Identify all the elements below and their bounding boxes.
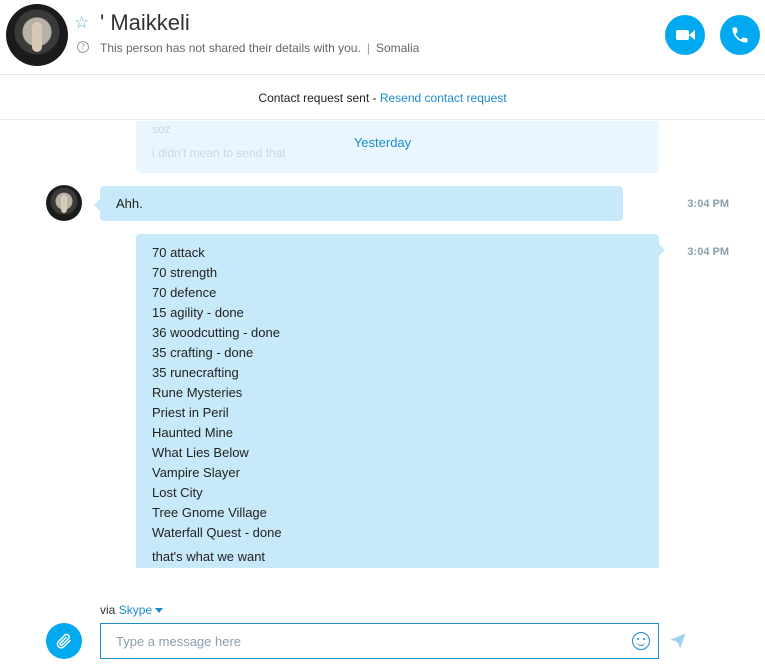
message-timestamp: 3:04 PM xyxy=(687,246,729,258)
contact-name[interactable]: ' Maikkeli xyxy=(100,10,190,36)
message-line: Vampire Slayer xyxy=(152,465,240,480)
paper-plane-icon xyxy=(670,633,686,649)
message-line: Rune Mysteries xyxy=(152,385,243,400)
message-line: Tree Gnome Village xyxy=(152,505,267,520)
conversation-header: ☆ ' Maikkeli ? This person has not share… xyxy=(0,0,765,75)
video-call-button[interactable] xyxy=(665,15,705,55)
message-input[interactable] xyxy=(100,623,659,659)
outgoing-message-bubble[interactable]: 70 attack 70 strength 70 defence 15 agil… xyxy=(136,234,665,568)
message-line: 36 woodcutting - done xyxy=(152,325,280,340)
faded-message-line: soz xyxy=(152,122,171,136)
smiley-icon[interactable] xyxy=(632,632,650,650)
message-line: Lost City xyxy=(152,485,203,500)
sender-avatar[interactable] xyxy=(46,185,82,221)
message-line: 35 crafting - done xyxy=(152,345,254,360)
message-line: 70 defence xyxy=(152,285,217,300)
contact-request-text: Contact request sent - xyxy=(258,91,380,105)
message-line: 70 strength xyxy=(152,265,218,280)
star-icon[interactable]: ☆ xyxy=(74,14,92,32)
message-line: 70 attack xyxy=(152,245,205,260)
contact-avatar[interactable] xyxy=(6,4,68,66)
via-label: via xyxy=(100,603,116,617)
message-line: What Lies Below xyxy=(152,445,249,460)
contact-request-bar: Contact request sent - Resend contact re… xyxy=(0,76,765,120)
date-separator: Yesterday xyxy=(353,135,412,150)
chat-window: ☆ ' Maikkeli ? This person has not share… xyxy=(0,0,765,671)
message-line: 35 runecrafting xyxy=(152,365,239,380)
contact-status-text: This person has not shared their details… xyxy=(100,41,361,55)
incoming-message-bubble[interactable]: Ahh. xyxy=(94,186,623,221)
message-line: Priest in Peril xyxy=(152,405,229,420)
resend-contact-request-link[interactable]: Resend contact request xyxy=(380,91,507,105)
chevron-down-icon[interactable] xyxy=(155,608,164,614)
contact-location: Somalia xyxy=(375,41,420,55)
message-timestamp: 3:04 PM xyxy=(687,198,729,210)
paperclip-icon xyxy=(56,633,71,649)
message-list[interactable]: soz i didn't mean to send that Yesterday… xyxy=(0,121,765,568)
audio-call-button[interactable] xyxy=(720,15,760,55)
question-circle-icon: ? xyxy=(77,41,89,53)
message-line: Waterfall Quest - done xyxy=(152,525,282,540)
message-line: that's what we want xyxy=(152,549,266,564)
send-button[interactable] xyxy=(669,632,687,654)
message-line: Haunted Mine xyxy=(152,425,233,440)
contact-subtitle: This person has not shared their details… xyxy=(100,41,420,55)
send-via-selector[interactable]: via Skype xyxy=(100,603,164,617)
message-line: 15 agility - done xyxy=(152,305,244,320)
phone-icon xyxy=(732,27,748,43)
message-text: Ahh. xyxy=(116,196,143,211)
attach-button[interactable] xyxy=(46,623,82,659)
via-service[interactable]: Skype xyxy=(119,603,152,617)
